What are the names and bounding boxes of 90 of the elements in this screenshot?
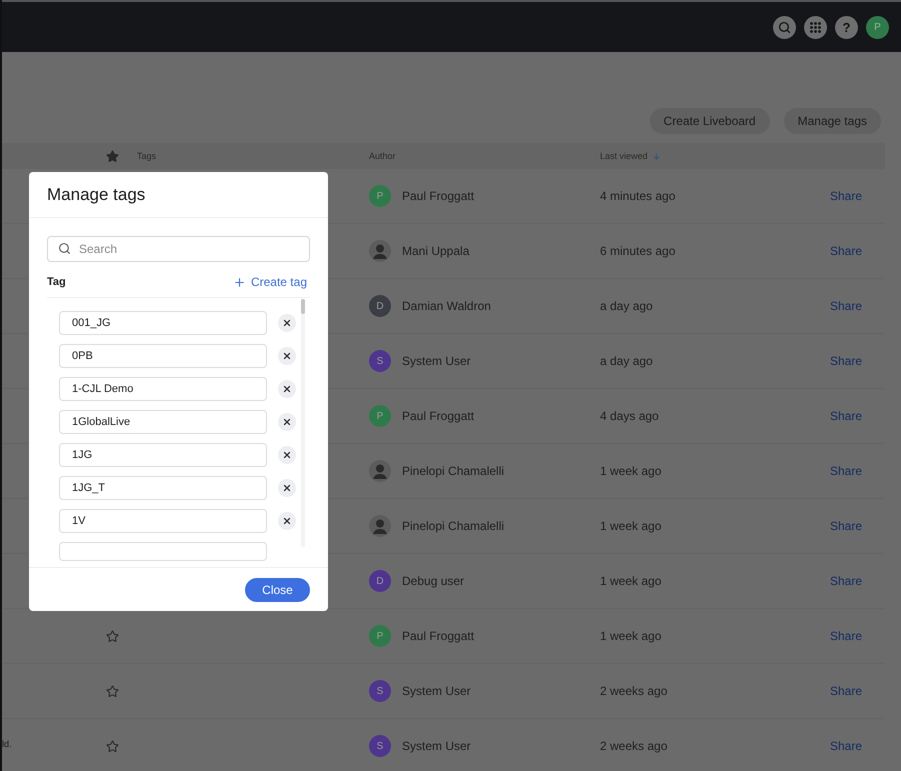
remove-tag-button[interactable]: [278, 479, 296, 497]
close-icon: [282, 318, 292, 328]
tag-field[interactable]: 0PB: [59, 344, 267, 368]
avatar: P: [369, 185, 391, 207]
close-icon: [282, 417, 292, 427]
remove-tag-button[interactable]: [278, 380, 296, 398]
remove-tag-button[interactable]: [278, 347, 296, 365]
close-icon: [282, 384, 292, 394]
last-viewed-text: 1 week ago: [599, 464, 662, 478]
person-silhouette-icon: [369, 240, 391, 262]
last-viewed-text: a day ago: [599, 354, 654, 368]
create-tag-button[interactable]: Create tag: [232, 275, 310, 289]
last-viewed-text: 4 minutes ago: [599, 189, 676, 203]
close-icon: [282, 351, 292, 361]
search-icon: [778, 20, 791, 34]
last-viewed-text: 1 week ago: [599, 574, 662, 588]
avatar: D: [369, 295, 391, 317]
author-name: Paul Froggatt: [402, 189, 474, 203]
last-viewed-text: 2 weeks ago: [599, 684, 668, 698]
star-icon[interactable]: [106, 684, 118, 698]
plus-icon: [232, 276, 246, 288]
close-icon: [282, 450, 292, 460]
remove-tag-button[interactable]: [278, 413, 296, 431]
author-name: Damian Waldron: [402, 299, 491, 313]
avatar: P: [369, 405, 391, 427]
scrollbar-thumb[interactable]: [301, 299, 305, 314]
star-icon[interactable]: [106, 630, 118, 642]
author-name: Pinelopi Chamalelli: [402, 464, 504, 478]
last-viewed-text: 1 week ago: [599, 629, 662, 643]
author-name: Pinelopi Chamalelli: [402, 519, 504, 533]
author-name: Debug user: [402, 574, 464, 588]
star-icon[interactable]: [106, 740, 118, 752]
avatar: S: [369, 680, 391, 702]
share-link[interactable]: Share: [830, 244, 862, 258]
last-viewed-text: 2 weeks ago: [599, 739, 668, 753]
author-name: Mani Uppala: [402, 244, 470, 258]
share-link[interactable]: Share: [830, 739, 862, 753]
close-button[interactable]: Close: [245, 578, 310, 602]
user-avatar[interactable]: P: [866, 16, 889, 38]
search-field[interactable]: Search: [47, 236, 310, 262]
tag-field[interactable]: 1GlobalLive: [59, 410, 267, 434]
share-link[interactable]: Share: [830, 684, 862, 698]
action-button[interactable]: Create Liveboard: [650, 108, 770, 134]
share-link[interactable]: Share: [830, 629, 862, 643]
person-silhouette-icon: [369, 460, 391, 482]
remove-tag-button[interactable]: [278, 446, 296, 464]
help-button[interactable]: ?: [835, 16, 858, 38]
search-icon: [58, 242, 71, 255]
share-link[interactable]: Share: [830, 409, 862, 423]
last-viewed-text: 6 minutes ago: [599, 244, 676, 258]
author-name: System User: [402, 354, 471, 368]
author-name: System User: [402, 739, 471, 753]
tag-field-partial[interactable]: [59, 542, 267, 561]
column-header[interactable]: Last viewed: [588, 151, 802, 161]
remove-tag-button[interactable]: [278, 314, 296, 332]
grid-icon: [810, 22, 821, 32]
author-name: System User: [402, 684, 471, 698]
share-link[interactable]: Share: [830, 519, 862, 533]
author-name: Paul Froggatt: [402, 409, 474, 423]
close-icon: [282, 483, 292, 493]
favorites-star-icon[interactable]: [106, 150, 118, 162]
avatar: D: [369, 570, 391, 592]
last-viewed-text: a day ago: [599, 299, 654, 313]
share-link[interactable]: Share: [830, 299, 862, 313]
avatar: S: [369, 735, 391, 757]
tag-field[interactable]: 1JG_T: [59, 476, 267, 500]
last-viewed-text: 1 week ago: [599, 519, 662, 533]
column-header[interactable]: Tags: [124, 151, 357, 161]
tag-field[interactable]: 1JG: [59, 443, 267, 467]
last-viewed-text: 4 days ago: [599, 409, 660, 423]
avatar: P: [369, 625, 391, 647]
tag-field[interactable]: 1V: [59, 509, 267, 533]
tag-label: Tag: [47, 276, 66, 288]
column-header[interactable]: Author: [357, 151, 588, 161]
share-link[interactable]: Share: [830, 189, 862, 203]
tag-field[interactable]: 1-CJL Demo: [59, 377, 267, 401]
share-link[interactable]: Share: [830, 574, 862, 588]
footer-text: ld.: [2, 739, 12, 749]
share-link[interactable]: Share: [830, 464, 862, 478]
person-silhouette-icon: [369, 515, 391, 537]
apps-grid-button[interactable]: [804, 16, 827, 38]
remove-tag-button[interactable]: [278, 512, 296, 530]
tag-field[interactable]: 001_JG: [59, 311, 267, 335]
search-button[interactable]: [773, 16, 796, 38]
avatar: S: [369, 350, 391, 372]
author-name: Paul Froggatt: [402, 629, 474, 643]
action-button[interactable]: Manage tags: [784, 108, 881, 134]
close-icon: [282, 516, 292, 526]
share-link[interactable]: Share: [830, 354, 862, 368]
dialog-title: Manage tags: [29, 172, 328, 218]
